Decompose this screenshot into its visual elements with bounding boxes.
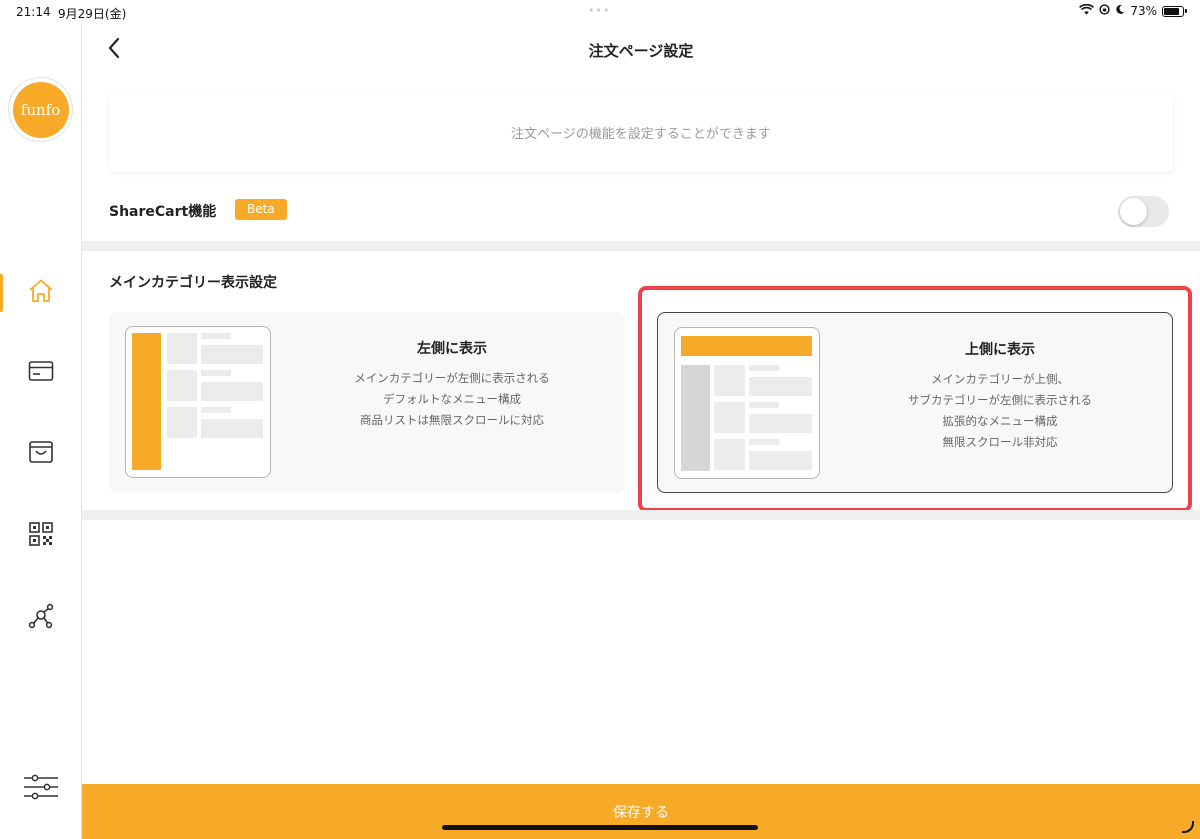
sliders-icon bbox=[23, 773, 59, 805]
shopping-bag-icon bbox=[28, 439, 54, 469]
logo: funfo bbox=[8, 77, 73, 142]
preview-block bbox=[749, 451, 812, 470]
battery-level bbox=[1164, 7, 1179, 15]
preview-block bbox=[749, 414, 812, 433]
home-icon bbox=[27, 277, 55, 309]
preview-line bbox=[749, 439, 779, 445]
home-indicator[interactable] bbox=[442, 825, 758, 830]
preview-line bbox=[201, 333, 231, 339]
logo-badge: funfo bbox=[12, 81, 69, 138]
sidebar-item-card[interactable] bbox=[0, 348, 82, 398]
preview-thumb bbox=[714, 439, 745, 470]
sharecart-toggle[interactable] bbox=[1118, 196, 1169, 227]
option-description-line: 拡張的なメニュー構成 bbox=[942, 414, 1058, 428]
save-button[interactable]: 保存する bbox=[82, 784, 1200, 839]
preview-thumb bbox=[714, 365, 745, 396]
sidebar-item-home[interactable] bbox=[0, 268, 82, 318]
section-divider bbox=[82, 241, 1200, 251]
sidebar-item-shop[interactable] bbox=[0, 429, 82, 479]
status-bar: 21:14 9月29日(金) ••• 73% bbox=[0, 0, 1200, 24]
option-left-display[interactable]: 左側に表示 メインカテゴリーが左側に表示される デフォルトなメニュー構成 商品リ… bbox=[109, 312, 625, 493]
toggle-knob bbox=[1120, 198, 1147, 225]
option-title: 左側に表示 bbox=[417, 341, 487, 357]
wifi-icon bbox=[1079, 3, 1095, 18]
settings-button[interactable] bbox=[0, 764, 82, 814]
network-icon bbox=[27, 602, 55, 634]
top-layout-preview bbox=[674, 327, 820, 479]
status-right: 73% bbox=[1079, 3, 1187, 18]
sharecart-label: ShareCart機能 bbox=[109, 204, 217, 220]
preview-thumb bbox=[167, 407, 197, 438]
card-icon bbox=[28, 360, 54, 386]
sidebar-item-network[interactable] bbox=[0, 593, 82, 643]
option-description-line: サブカテゴリーが左側に表示される bbox=[908, 393, 1092, 407]
preview-block bbox=[201, 382, 263, 401]
preview-category-bar bbox=[681, 336, 812, 356]
section-title: メインカテゴリー表示設定 bbox=[109, 275, 277, 291]
page-title: 注文ページ設定 bbox=[588, 42, 694, 60]
preview-subcategory-bar bbox=[681, 365, 710, 471]
qr-code-icon bbox=[28, 521, 54, 551]
moon-icon bbox=[1115, 4, 1125, 18]
preview-category-bar bbox=[132, 333, 161, 470]
option-left-text: 左側に表示 メインカテゴリーが左側に表示される デフォルトなメニュー構成 商品リ… bbox=[289, 338, 615, 431]
preview-thumb bbox=[167, 333, 197, 364]
option-description-line: 無限スクロール非対応 bbox=[942, 435, 1058, 449]
orientation-lock-icon bbox=[1099, 4, 1110, 18]
left-layout-preview bbox=[125, 326, 271, 478]
preview-block bbox=[201, 419, 263, 438]
beta-badge: Beta bbox=[235, 199, 287, 220]
option-title: 上側に表示 bbox=[965, 342, 1035, 358]
option-description-line: 商品リストは無限スクロールに対応 bbox=[360, 413, 544, 427]
status-date: 9月29日(金) bbox=[58, 7, 127, 21]
sidebar: funfo bbox=[0, 24, 82, 839]
order-page-settings-screen: 21:14 9月29日(金) ••• 73% funfo 注文ページ設定 注文ペ… bbox=[0, 0, 1200, 839]
preview-line bbox=[201, 407, 231, 413]
battery-percent: 73% bbox=[1130, 4, 1157, 18]
info-text: 注文ページの機能を設定することができます bbox=[511, 126, 771, 142]
sidebar-item-qr[interactable] bbox=[0, 511, 82, 561]
option-description-line: デフォルトなメニュー構成 bbox=[383, 392, 521, 406]
info-card: 注文ページの機能を設定することができます bbox=[109, 92, 1173, 172]
preview-block bbox=[201, 345, 263, 364]
multitasking-dots-icon[interactable]: ••• bbox=[588, 4, 610, 17]
sharecart-row: ShareCart機能 Beta bbox=[109, 196, 1173, 228]
preview-line bbox=[749, 402, 779, 408]
battery-icon bbox=[1162, 5, 1187, 17]
option-description-line: メインカテゴリーが左側に表示される bbox=[354, 371, 550, 385]
preview-line bbox=[749, 365, 779, 371]
section-divider bbox=[82, 510, 1200, 520]
preview-thumb bbox=[714, 402, 745, 433]
option-description-line: メインカテゴリーが上側、 bbox=[931, 372, 1069, 386]
save-label: 保存する bbox=[613, 804, 669, 821]
option-top-text: 上側に表示 メインカテゴリーが上側、 サブカテゴリーが左側に表示される 拡張的な… bbox=[838, 339, 1162, 453]
preview-line bbox=[201, 370, 231, 376]
preview-thumb bbox=[167, 370, 197, 401]
header: 注文ページ設定 bbox=[82, 24, 1200, 76]
status-time: 21:14 bbox=[16, 5, 51, 19]
logo-text: funfo bbox=[20, 100, 61, 119]
option-top-display[interactable]: 上側に表示 メインカテゴリーが上側、 サブカテゴリーが左側に表示される 拡張的な… bbox=[657, 312, 1173, 493]
preview-block bbox=[749, 377, 812, 396]
